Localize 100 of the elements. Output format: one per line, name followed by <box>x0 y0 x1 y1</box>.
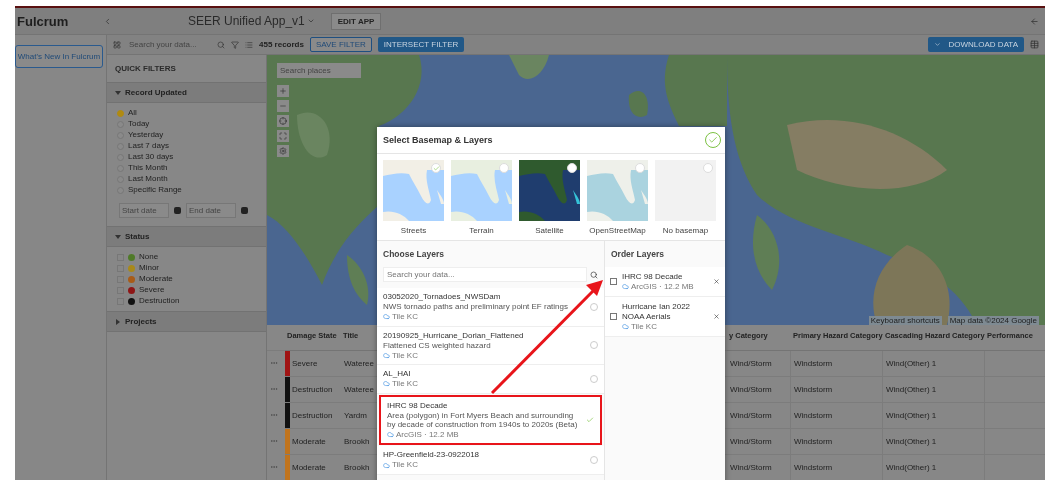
row-menu-icon[interactable] <box>270 411 278 419</box>
option-label: Moderate <box>139 274 173 284</box>
calendar-icon[interactable] <box>174 207 181 214</box>
option-label: Last 7 days <box>128 141 169 151</box>
remove-icon[interactable] <box>713 313 720 321</box>
layer-name: 03052020_Tornadoes_NWSDam <box>383 292 502 302</box>
basemap-thumbnail[interactable] <box>519 160 580 221</box>
cloud-icon <box>383 461 390 469</box>
layer-search-field[interactable]: Search your data... <box>383 267 587 282</box>
basemap-thumbnail[interactable] <box>587 160 648 221</box>
option-label: This Month <box>128 163 168 173</box>
layer-description: Flattened CS weighted hazard <box>383 340 492 350</box>
section-header[interactable]: Status <box>107 226 266 247</box>
remove-icon[interactable] <box>713 278 720 286</box>
row-menu-icon[interactable] <box>270 463 278 471</box>
dialog-title: Select Basemap & Layers <box>383 135 493 145</box>
table-cell: Wind(Other) 1 <box>883 429 985 455</box>
cloud-icon <box>622 322 629 330</box>
row-menu-icon[interactable] <box>270 385 278 393</box>
row-menu-icon[interactable] <box>270 437 278 445</box>
whats-new-button[interactable]: What's New In Fulcrum <box>15 45 103 68</box>
row-menu-icon[interactable] <box>270 359 278 367</box>
basemap-label: Terrain <box>469 226 494 235</box>
calendar-icon[interactable] <box>241 207 248 214</box>
basemap-thumbnail[interactable] <box>383 160 444 221</box>
keyboard-shortcuts-link[interactable]: Keyboard shortcuts <box>868 316 942 325</box>
table-cell-text: Moderate <box>291 436 327 448</box>
choose-layers-title: Choose Layers <box>382 248 445 261</box>
table-cell: Windstorm <box>791 351 883 377</box>
layer-item[interactable]: 03052020_Tornadoes_NWSDam NWS tornado paths and preliminary point EF ratings Tile KC <box>377 288 604 327</box>
basemap-thumbnail[interactable] <box>655 160 716 221</box>
intersect-filter-button[interactable]: INTERSECT FILTER <box>377 37 465 52</box>
layer-item[interactable]: HP-Greenfield-23-0922018 Tile KC <box>377 446 604 475</box>
table-cell: Wind(Other) 1 <box>883 455 985 480</box>
cloud-icon <box>383 352 390 360</box>
highlighted-layer-item[interactable]: IHRC 98 Decade Area (polygon) in Fort Myers Beach and surrounding by decade of construction from 1940s to 2020s (Beta) ArcGIS · 12.2 MB <box>379 394 602 446</box>
layer-item[interactable]: AL_HAI Tile KC <box>377 365 604 394</box>
layer-source: Tile KC <box>392 460 418 470</box>
table-cell-text: Moderate <box>291 462 327 474</box>
layer-source: ArcGIS · 12.2 MB <box>631 282 694 292</box>
app-title-dropdown[interactable]: SEER Unified App_v1 <box>182 13 321 29</box>
cloud-icon <box>622 283 629 291</box>
quick-filters-title: QUICK FILTERS <box>114 63 177 75</box>
collapse-icon[interactable] <box>103 16 112 26</box>
section-header[interactable]: Record Updated <box>107 82 266 103</box>
layer-name: Hurricane Ian 2022 NOAA Aerials <box>622 302 692 321</box>
table-cell: Wind/Storm <box>727 429 791 455</box>
basemap-label: OpenStreetMap <box>589 226 646 235</box>
layer-name: IHRC 98 Decade <box>622 272 684 282</box>
basemap-label: Streets <box>400 226 427 235</box>
layer-source: Tile KC <box>392 379 418 389</box>
checkbox[interactable] <box>610 313 617 321</box>
section-title: Status <box>125 232 150 241</box>
download-data-button[interactable]: DOWNLOAD DATA <box>927 37 1024 52</box>
table-cell: Wind(Other) 1 <box>883 351 985 377</box>
table-cell: Windstorm <box>791 429 883 455</box>
layer-source: ArcGIS · 12.2 MB <box>396 430 459 440</box>
order-layers-title: Order Layers <box>610 248 665 261</box>
basemap-label: No basemap <box>662 226 709 235</box>
table-cell: Wind(Other) 1 <box>883 377 985 403</box>
table-cell: Windstorm <box>791 455 883 480</box>
layer-description: NWS tornado paths and preliminary point EF ratings <box>383 302 569 312</box>
chevron-down-icon <box>933 41 941 48</box>
search-icon[interactable] <box>217 40 225 49</box>
layer-name: 20190925_Hurricane_Dorian_Flattened <box>383 330 525 340</box>
check-icon[interactable] <box>586 415 594 424</box>
layer-source: Tile KC <box>392 312 418 322</box>
filter-icon[interactable] <box>231 40 239 49</box>
option-label: Today <box>128 119 150 129</box>
layer-description: Area (polygon) in Fort Myers Beach and surrounding by decade of construction from 1940s to 2020s (Beta) <box>387 410 579 430</box>
option-label: Severe <box>139 285 165 295</box>
option-label: Last 30 days <box>128 152 174 162</box>
brand-name: Fulcrum <box>16 13 70 29</box>
basemap-label: Satellite <box>535 226 564 235</box>
map-attribution: Map data ©2024 Google <box>947 316 1039 325</box>
radio-button[interactable] <box>117 109 124 117</box>
edit-app-button[interactable]: EDIT APP <box>330 12 382 30</box>
search-icon[interactable] <box>590 270 598 279</box>
option-label: Yesterday <box>128 130 164 140</box>
basemap-thumbnail[interactable] <box>451 160 512 221</box>
section-header[interactable]: Projects <box>107 311 266 332</box>
list-icon[interactable] <box>245 40 253 49</box>
option-label: Last Month <box>128 174 168 184</box>
cloud-icon <box>387 431 394 439</box>
cloud-icon <box>383 380 390 388</box>
table-cell-text: Destruction <box>291 410 334 422</box>
option-label: None <box>139 252 159 262</box>
grid-icon[interactable] <box>113 40 121 49</box>
select-circle[interactable] <box>567 163 577 173</box>
back-arrow-icon[interactable] <box>1030 16 1039 26</box>
record-count: 455 records <box>259 40 304 49</box>
layer-name: AL_HAI <box>383 369 412 379</box>
table-cell-text: Destruction <box>291 384 334 396</box>
checkbox[interactable] <box>610 278 617 286</box>
save-filter-button[interactable]: SAVE FILTER <box>309 37 372 52</box>
table-icon[interactable] <box>1030 40 1039 49</box>
option-label: Minor <box>139 263 159 273</box>
option-label: Specific Range <box>128 185 182 195</box>
option-label: All <box>128 108 137 118</box>
layer-item[interactable]: 20190925_Hurricane_Dorian_Flattened Flattened CS weighted hazard Tile KC <box>377 326 604 366</box>
